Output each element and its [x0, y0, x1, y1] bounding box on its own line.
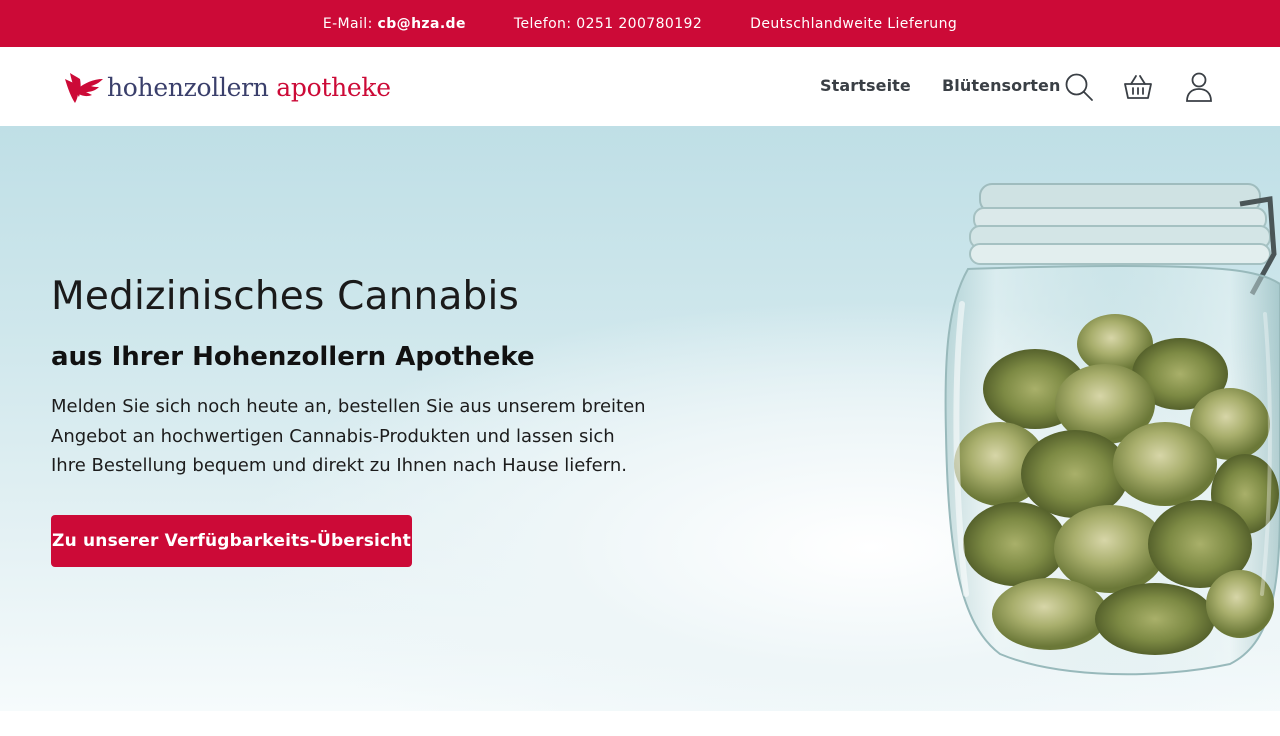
- top-contact-bar: E-Mail: cb@hza.de Telefon: 0251 20078019…: [0, 0, 1280, 47]
- hero-title: Medizinisches Cannabis: [51, 274, 520, 319]
- search-icon[interactable]: [1063, 71, 1095, 103]
- hero-section: Medizinisches Cannabis aus Ihrer Hohenzo…: [0, 126, 1280, 711]
- user-icon[interactable]: [1183, 71, 1215, 103]
- phone-contact[interactable]: Telefon: 0251 200780192: [514, 16, 702, 32]
- availability-overview-button[interactable]: Zu unserer Verfügbarkeits-Übersicht: [51, 515, 412, 567]
- hero-subtitle: aus Ihrer Hohenzollern Apotheke: [51, 342, 535, 372]
- page-continuation: [0, 711, 1280, 736]
- delivery-info: Deutschlandweite Lieferung: [750, 15, 958, 32]
- nav-startseite[interactable]: Startseite: [820, 76, 911, 95]
- hero-description: Melden Sie sich noch heute an, bestellen…: [51, 396, 646, 476]
- nav-bluetensorten[interactable]: Blütensorten: [942, 76, 1060, 95]
- cannabis-jar-image: [944, 183, 1280, 676]
- email-contact[interactable]: E-Mail: cb@hza.de: [323, 16, 466, 32]
- email-label: E-Mail:: [322, 15, 373, 32]
- site-header: hohenzollern apotheke Startseite Blütens…: [0, 47, 1280, 126]
- main-nav: Startseite Blütensorten: [0, 47, 1280, 126]
- basket-icon[interactable]: [1122, 71, 1154, 103]
- email-value[interactable]: cb@hza.de: [378, 16, 466, 32]
